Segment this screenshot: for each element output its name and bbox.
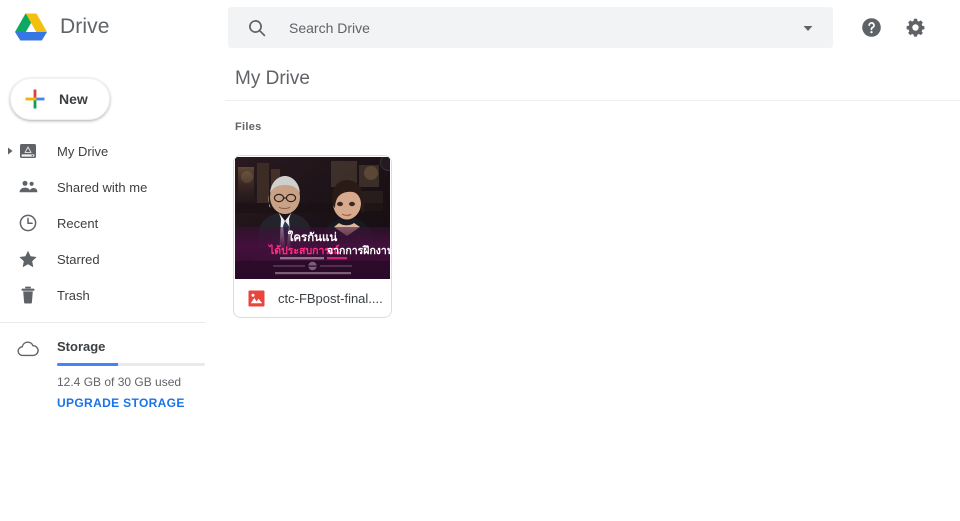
gear-icon[interactable] [905, 17, 926, 38]
upgrade-storage-link[interactable]: UPGRADE STORAGE [57, 396, 185, 410]
file-name-row: ctc-FBpost-final.... [234, 280, 391, 317]
sidebar: Drive New My Drive Shared with me Recent… [0, 0, 225, 521]
sidebar-divider [0, 322, 205, 323]
svg-text:ใครกันแน่: ใครกันแน่ [288, 230, 338, 244]
chevron-down-icon[interactable] [801, 21, 815, 35]
new-button[interactable]: New [10, 78, 110, 120]
storage-title: Storage [57, 339, 106, 354]
file-thumbnail: ใครกันแน่ ได้ประสบการณ์ จากการฝึกงาน [235, 157, 390, 279]
sidebar-item-label: My Drive [57, 143, 109, 159]
brand[interactable]: Drive [14, 10, 110, 44]
content-divider [225, 100, 960, 101]
my-drive-icon [20, 144, 36, 158]
thumbnail-image: ใครกันแน่ ได้ประสบการณ์ จากการฝึกงาน [235, 157, 390, 279]
storage-used-text: 12.4 GB of 30 GB used [57, 375, 182, 389]
sidebar-item-shared-with-me[interactable]: Shared with me [0, 169, 225, 205]
file-card[interactable]: ใครกันแน่ ได้ประสบการณ์ จากการฝึกงาน ctc… [233, 155, 392, 318]
files-section-label: Files [235, 121, 262, 133]
help-circle-icon[interactable] [861, 17, 882, 38]
svg-text:จากการฝึกงาน: จากการฝึกงาน [327, 245, 390, 257]
drive-app-window: Drive New My Drive Shared with me Recent… [0, 0, 960, 521]
trash-icon [21, 286, 35, 304]
image-file-icon [248, 290, 265, 307]
sidebar-item-label: Starred [57, 251, 100, 267]
search-bar[interactable] [228, 7, 833, 48]
search-icon [249, 19, 266, 36]
storage-progress-fill [57, 363, 118, 366]
sidebar-item-trash[interactable]: Trash [0, 277, 225, 313]
search-input[interactable] [287, 18, 771, 37]
sidebar-item-label: Shared with me [57, 179, 148, 195]
expand-caret-icon[interactable] [4, 145, 16, 157]
brand-name: Drive [60, 15, 110, 38]
storage-progress-bar [57, 363, 205, 366]
google-plus-icon [25, 89, 45, 109]
people-icon [19, 180, 38, 193]
sidebar-nav: My Drive Shared with me Recent Starred T… [0, 133, 225, 313]
drive-triangle-logo [15, 13, 47, 41]
clock-icon [19, 214, 37, 232]
sidebar-item-recent[interactable]: Recent [0, 205, 225, 241]
cloud-icon [17, 341, 39, 357]
sidebar-item-label: Trash [57, 287, 90, 303]
star-icon [19, 250, 37, 268]
new-button-label: New [59, 91, 88, 107]
page-title: My Drive [235, 68, 310, 89]
sidebar-item-starred[interactable]: Starred [0, 241, 225, 277]
sidebar-item-my-drive[interactable]: My Drive [0, 133, 225, 169]
main-content: My Drive Files ใครกันแน่ ได้ประสบการณ์ จ… [225, 56, 960, 521]
file-name: ctc-FBpost-final.... [278, 291, 383, 306]
sidebar-item-label: Recent [57, 215, 99, 231]
